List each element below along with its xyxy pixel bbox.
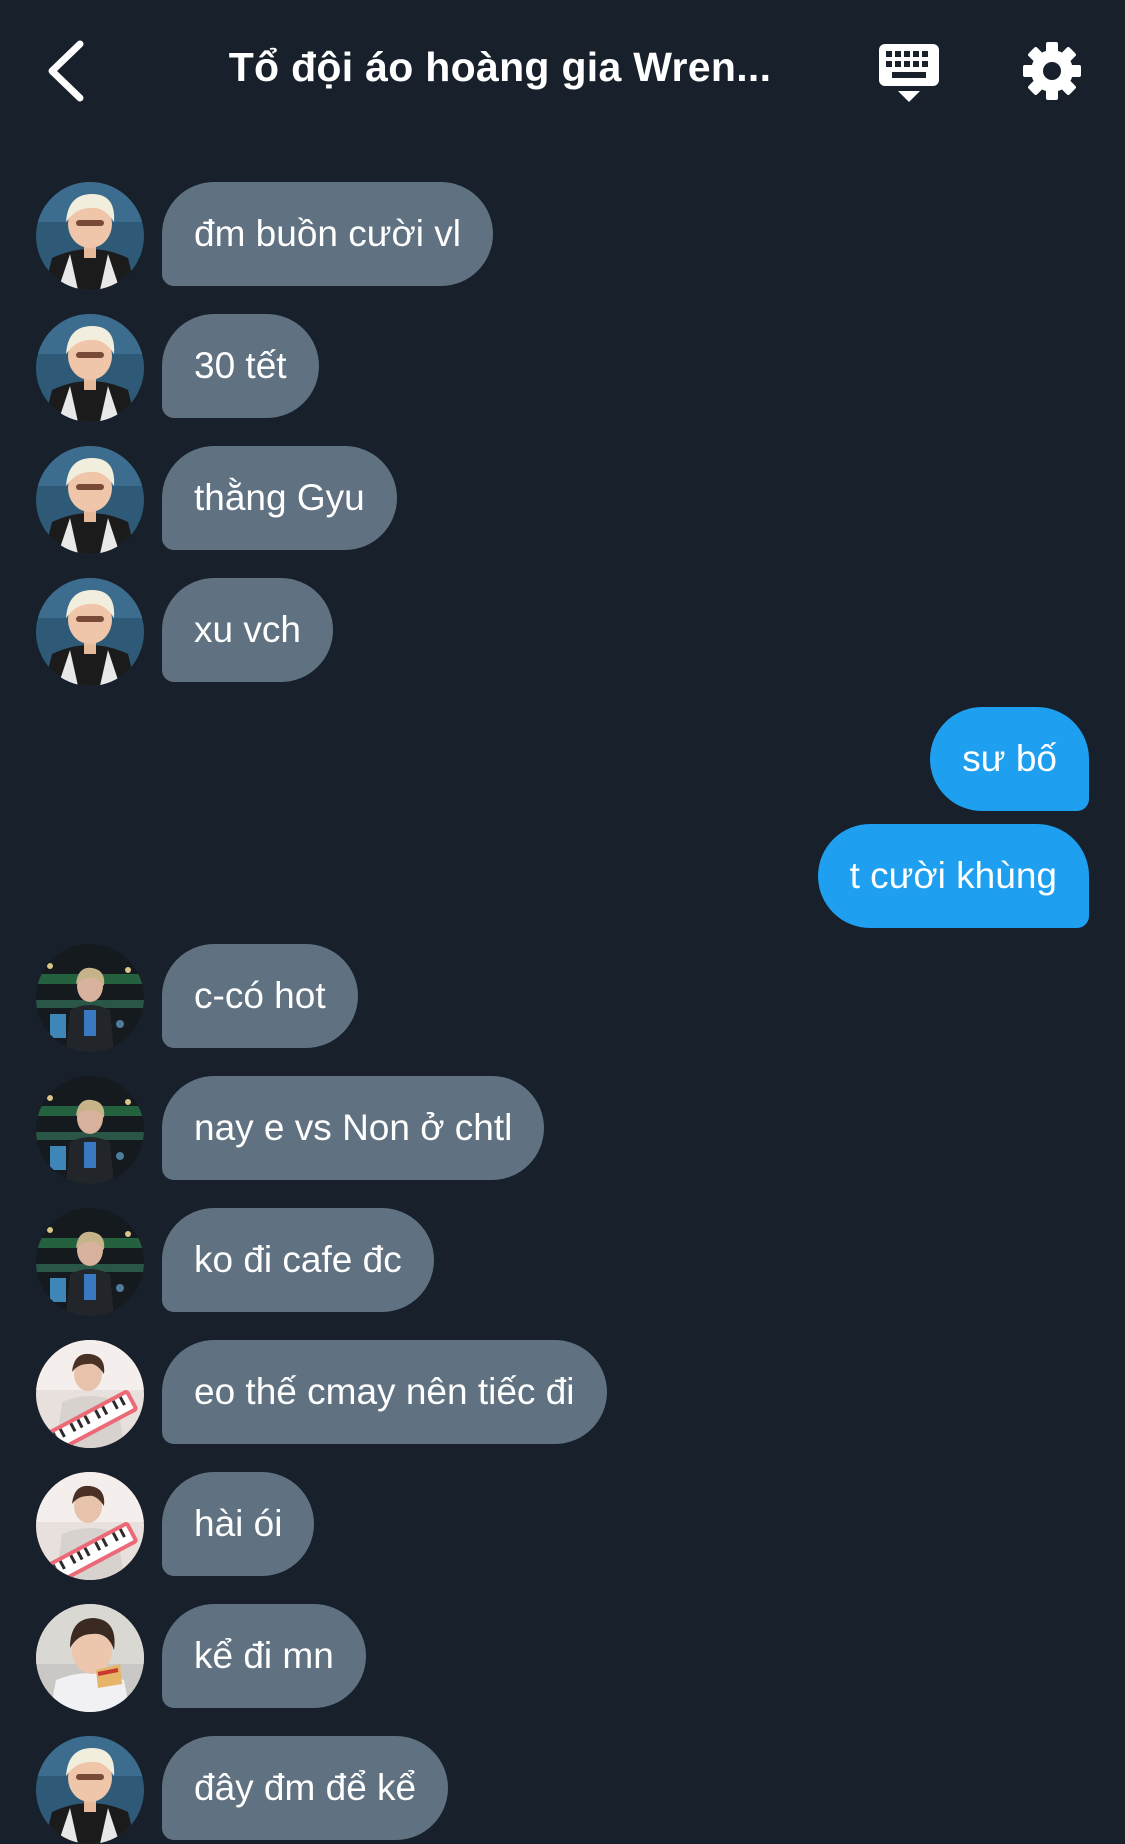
avatar-image xyxy=(36,446,144,554)
avatar-image xyxy=(36,314,144,422)
message-row: t cười khùng xyxy=(0,824,1125,930)
avatar[interactable] xyxy=(36,1340,144,1448)
avatar-image xyxy=(36,1208,144,1316)
message-row: hài ói xyxy=(0,1472,1125,1580)
avatar-image xyxy=(36,182,144,290)
incoming-message-bubble[interactable]: 30 tết xyxy=(162,314,319,418)
avatar[interactable] xyxy=(36,1076,144,1184)
avatar-image xyxy=(36,1340,144,1448)
message-row: nay e vs Non ở chtl xyxy=(0,1076,1125,1184)
message-row: đm buồn cười vl xyxy=(0,182,1125,290)
avatar[interactable] xyxy=(36,1208,144,1316)
incoming-message-bubble[interactable]: đây đm để kể xyxy=(162,1736,449,1840)
message-row: xu vch xyxy=(0,578,1125,686)
avatar-image xyxy=(36,944,144,1052)
avatar[interactable] xyxy=(36,1604,144,1712)
incoming-message-bubble[interactable]: nay e vs Non ở chtl xyxy=(162,1076,545,1180)
message-row: eo thế cmay nên tiếc đi xyxy=(0,1340,1125,1448)
avatar-image xyxy=(36,1076,144,1184)
message-row: 30 tết xyxy=(0,314,1125,422)
avatar[interactable] xyxy=(36,314,144,422)
outgoing-message-bubble[interactable]: sư bố xyxy=(930,707,1089,811)
message-row: sư bố xyxy=(0,707,1125,813)
incoming-message-bubble[interactable]: c-có hot xyxy=(162,944,358,1048)
avatar[interactable] xyxy=(36,182,144,290)
incoming-message-bubble[interactable]: thằng Gyu xyxy=(162,446,397,550)
message-row: đây đm để kể xyxy=(0,1736,1125,1844)
avatar[interactable] xyxy=(36,1472,144,1580)
message-list[interactable]: đm buồn cười vl 30 tết thằng Gyu xu vch … xyxy=(0,0,1125,1844)
message-row: thằng Gyu xyxy=(0,446,1125,554)
incoming-message-bubble[interactable]: eo thế cmay nên tiếc đi xyxy=(162,1340,607,1444)
incoming-message-bubble[interactable]: kể đi mn xyxy=(162,1604,366,1708)
avatar[interactable] xyxy=(36,578,144,686)
incoming-message-bubble[interactable]: xu vch xyxy=(162,578,333,682)
message-row: c-có hot xyxy=(0,944,1125,1052)
avatar[interactable] xyxy=(36,446,144,554)
incoming-message-bubble[interactable]: ko đi cafe đc xyxy=(162,1208,434,1312)
outgoing-message-bubble[interactable]: t cười khùng xyxy=(817,824,1089,928)
avatar-image xyxy=(36,578,144,686)
avatar-image xyxy=(36,1604,144,1712)
avatar-image xyxy=(36,1736,144,1844)
message-row: ko đi cafe đc xyxy=(0,1208,1125,1316)
incoming-message-bubble[interactable]: hài ói xyxy=(162,1472,315,1576)
incoming-message-bubble[interactable]: đm buồn cười vl xyxy=(162,182,494,286)
message-row: kể đi mn xyxy=(0,1604,1125,1712)
avatar[interactable] xyxy=(36,1736,144,1844)
avatar[interactable] xyxy=(36,944,144,1052)
avatar-image xyxy=(36,1472,144,1580)
